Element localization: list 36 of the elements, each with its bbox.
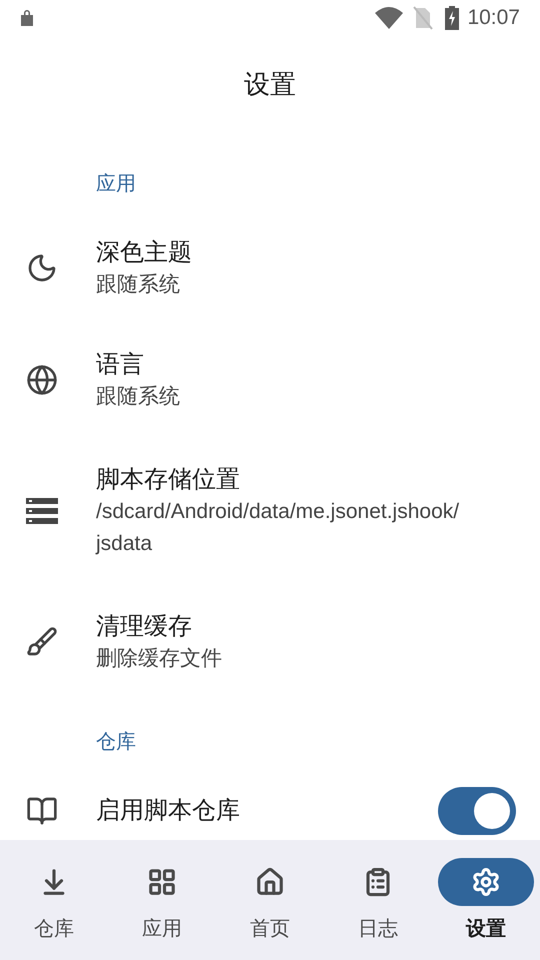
- settings-row[interactable]: 语言 跟随系统: [0, 324, 540, 436]
- settings-row[interactable]: 启用脚本仓库: [0, 786, 540, 836]
- row-subtitle: 删除缓存文件: [96, 646, 223, 672]
- lock-bag-icon: [20, 10, 34, 26]
- nav-tab[interactable]: 应用: [108, 840, 216, 960]
- nav-tab[interactable]: 首页: [216, 840, 324, 960]
- row-title: 清理缓存: [96, 612, 193, 642]
- page-title: 设置: [244, 68, 296, 100]
- row-title: 启用脚本仓库: [96, 796, 241, 826]
- row-subtitle: 跟随系统: [96, 384, 181, 410]
- nav-tab[interactable]: 日志: [324, 840, 432, 960]
- storage-icon: [26, 498, 58, 524]
- home-icon: [255, 867, 285, 897]
- battery-icon: [445, 6, 460, 30]
- nav-tab[interactable]: 设置: [432, 840, 540, 960]
- book-icon: [26, 795, 58, 827]
- nav-tab[interactable]: 仓库: [0, 840, 108, 960]
- row-title: 语言: [96, 350, 145, 380]
- no-sim-icon: [413, 6, 434, 30]
- section-header: 应用: [96, 172, 136, 197]
- status-time: 10:07: [467, 5, 520, 32]
- globe-icon: [26, 364, 58, 396]
- moon-icon: [26, 252, 58, 284]
- settings-row[interactable]: 清理缓存 删除缓存文件: [0, 586, 540, 698]
- row-title: 脚本存储位置: [96, 464, 241, 494]
- settings-row[interactable]: 深色主题 跟随系统: [0, 212, 540, 324]
- settings-row[interactable]: 脚本存储位置 /sdcard/Android/data/me.jsonet.jshook/jsdata: [0, 436, 540, 586]
- grid-icon: [147, 867, 177, 897]
- row-title: 深色主题: [96, 238, 193, 268]
- settings-icon: [471, 867, 501, 897]
- brush-icon: [26, 626, 58, 658]
- row-subtitle: 跟随系统: [96, 272, 181, 298]
- wifi-icon: [375, 7, 404, 29]
- toggle-switch[interactable]: [438, 787, 516, 835]
- section-header: 仓库: [96, 730, 136, 755]
- row-subtitle: /sdcard/Android/data/me.jsonet.jshook/jsdata: [96, 498, 460, 556]
